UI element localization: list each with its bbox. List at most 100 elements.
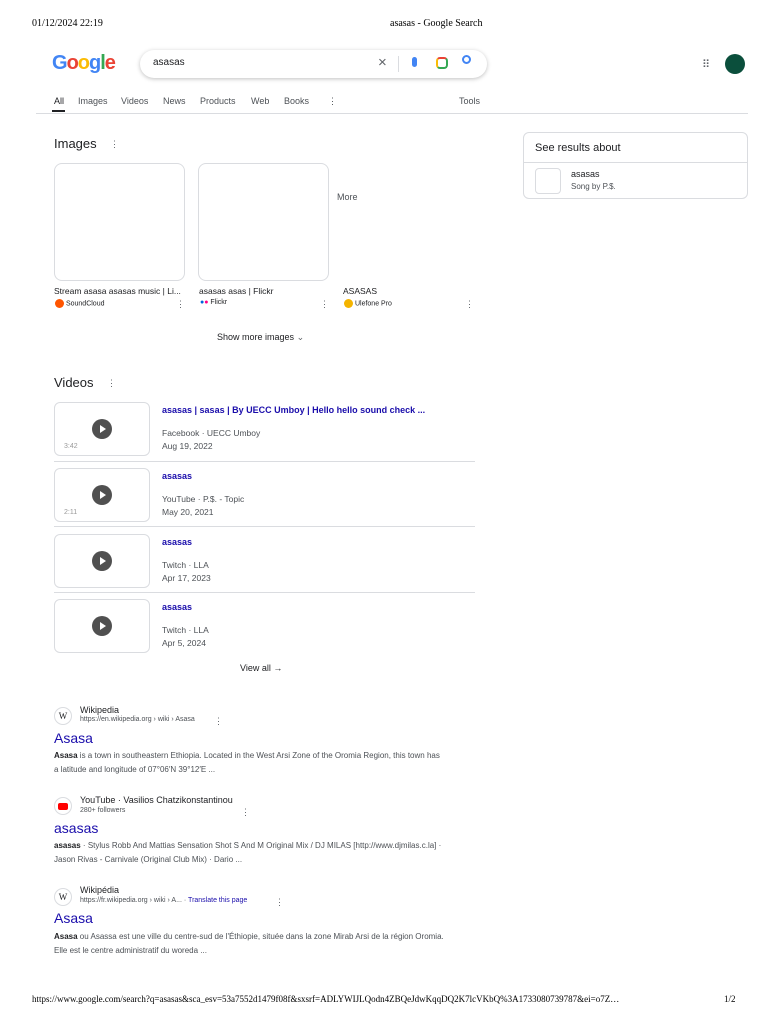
tab-web[interactable]: Web bbox=[251, 96, 269, 106]
song-thumbnail[interactable] bbox=[535, 168, 561, 194]
print-datetime: 01/12/2024 22:19 bbox=[32, 18, 103, 29]
video-date: Aug 19, 2022 bbox=[162, 441, 213, 451]
divider bbox=[54, 592, 475, 593]
search-box[interactable]: asasas × bbox=[140, 50, 487, 78]
video-source: Twitch · LLA bbox=[162, 560, 209, 570]
snippet-bold: Asasa bbox=[54, 932, 78, 941]
snippet-text: · Stylus Robb And Mattias Sensation Shot… bbox=[54, 841, 442, 864]
more-options-icon[interactable]: ⋮ bbox=[275, 897, 284, 908]
more-options-icon[interactable]: ⋮ bbox=[214, 716, 223, 727]
video-source: Facebook · UECC Umboy bbox=[162, 428, 261, 438]
result-site: YouTube · Vasilios Chatzikonstantinou bbox=[80, 795, 233, 805]
result-site: Wikipedia bbox=[80, 705, 120, 715]
video-thumbnail[interactable]: 2:11 bbox=[54, 468, 150, 522]
result-url-row: https://fr.wikipedia.org › wiki › A... ·… bbox=[80, 897, 248, 904]
more-options-icon[interactable]: ⋮ bbox=[176, 299, 185, 310]
knowledge-panel: See results about asasas Song by P.$. bbox=[523, 132, 748, 199]
youtube-favicon bbox=[54, 797, 72, 815]
show-more-label: Show more images bbox=[217, 332, 295, 342]
video-thumbnail[interactable] bbox=[54, 599, 150, 653]
print-page-number: 1/2 bbox=[724, 994, 736, 1004]
more-options-icon[interactable]: ⋮ bbox=[107, 378, 116, 389]
result-snippet: asasas · Stylus Robb And Mattias Sensati… bbox=[54, 839, 444, 867]
tab-videos[interactable]: Videos bbox=[121, 96, 148, 106]
video-title[interactable]: asasas bbox=[162, 537, 192, 547]
image-thumbnail[interactable] bbox=[54, 163, 185, 281]
result-title[interactable]: Asasa bbox=[54, 730, 93, 746]
video-duration: 2:11 bbox=[64, 509, 78, 516]
view-all-button[interactable]: View all → bbox=[240, 663, 282, 673]
tab-products[interactable]: Products bbox=[200, 96, 236, 106]
divider bbox=[54, 526, 475, 527]
video-title[interactable]: asasas bbox=[162, 602, 192, 612]
mic-icon[interactable] bbox=[412, 57, 417, 67]
more-options-icon[interactable]: ⋮ bbox=[241, 807, 250, 818]
snippet-text: is a town in southeastern Ethiopia. Loca… bbox=[54, 751, 440, 774]
divider bbox=[36, 113, 748, 114]
tab-books[interactable]: Books bbox=[284, 96, 309, 106]
play-icon bbox=[92, 551, 112, 571]
more-label: More bbox=[337, 192, 358, 202]
avatar[interactable] bbox=[725, 54, 745, 74]
knowledge-item-subtitle: Song by P.$. bbox=[571, 182, 616, 191]
knowledge-heading: See results about bbox=[535, 142, 621, 154]
divider bbox=[54, 461, 475, 462]
divider bbox=[398, 56, 399, 72]
lens-icon[interactable] bbox=[436, 57, 448, 69]
tab-images[interactable]: Images bbox=[78, 96, 108, 106]
tab-all[interactable]: All bbox=[54, 96, 64, 106]
images-heading: Images bbox=[54, 136, 97, 151]
video-source: Twitch · LLA bbox=[162, 625, 209, 635]
video-title[interactable]: asasas bbox=[162, 471, 192, 481]
play-icon bbox=[92, 485, 112, 505]
tab-more[interactable]: ⋮ More bbox=[328, 96, 358, 202]
print-url: https://www.google.com/search?q=asasas&s… bbox=[32, 994, 620, 1004]
image-caption[interactable]: asasas asas | Flickr bbox=[199, 286, 273, 296]
view-all-label: View all bbox=[240, 663, 271, 673]
search-icon[interactable] bbox=[462, 55, 471, 64]
result-site: Wikipédia bbox=[80, 885, 120, 895]
clear-icon[interactable]: × bbox=[378, 54, 387, 71]
video-title[interactable]: asasas | sasas | By UECC Umboy | Hello h… bbox=[162, 405, 425, 415]
image-caption[interactable]: Stream asasa asasas music | Li... bbox=[54, 286, 181, 296]
more-options-icon[interactable]: ⋮ bbox=[465, 299, 474, 310]
tab-news[interactable]: News bbox=[163, 96, 186, 106]
tools-button[interactable]: Tools bbox=[459, 96, 480, 106]
wikipedia-favicon: W bbox=[54, 707, 72, 725]
more-options-icon[interactable]: ⋮ bbox=[320, 299, 329, 310]
active-tab-indicator bbox=[52, 110, 65, 112]
video-duration: 3:42 bbox=[64, 443, 78, 450]
result-title[interactable]: Asasa bbox=[54, 910, 93, 926]
result-url[interactable]: https://en.wikipedia.org › wiki › Asasa bbox=[80, 716, 195, 723]
result-snippet: Asasa is a town in southeastern Ethiopia… bbox=[54, 749, 444, 777]
divider bbox=[524, 162, 747, 163]
print-title: asasas - Google Search bbox=[390, 18, 483, 29]
arrow-right-icon: → bbox=[273, 663, 283, 673]
video-thumbnail[interactable] bbox=[54, 534, 150, 588]
snippet-text: ou Asassa est une ville du centre-sud de… bbox=[54, 932, 444, 955]
show-more-images-button[interactable]: Show more images ⌄ bbox=[217, 332, 304, 343]
videos-heading: Videos bbox=[54, 375, 94, 390]
chevron-down-icon: ⌄ bbox=[296, 332, 305, 342]
apps-icon[interactable]: ⠿ bbox=[702, 58, 710, 71]
google-logo[interactable]: Google bbox=[52, 52, 116, 75]
ulefone-icon bbox=[344, 299, 353, 308]
result-title[interactable]: asasas bbox=[54, 820, 98, 836]
snippet-bold: asasas bbox=[54, 841, 81, 850]
more-options-icon[interactable]: ⋮ bbox=[110, 139, 119, 150]
image-caption[interactable]: ASASAS bbox=[343, 286, 377, 296]
wikipedia-favicon: W bbox=[54, 888, 72, 906]
play-icon bbox=[92, 616, 112, 636]
result-followers: 280+ followers bbox=[80, 807, 126, 814]
knowledge-item-title[interactable]: asasas bbox=[571, 169, 600, 179]
result-url[interactable]: https://fr.wikipedia.org › wiki › A... bbox=[80, 897, 182, 904]
snippet-bold: Asasa bbox=[54, 751, 78, 760]
result-snippet: Asasa ou Asassa est une ville du centre-… bbox=[54, 930, 444, 958]
flickr-icon: ●● bbox=[200, 299, 209, 306]
image-thumbnail[interactable] bbox=[198, 163, 329, 281]
soundcloud-icon bbox=[55, 299, 64, 308]
play-icon bbox=[92, 419, 112, 439]
search-input[interactable]: asasas bbox=[153, 57, 185, 68]
translate-link[interactable]: Translate this page bbox=[188, 897, 247, 904]
video-thumbnail[interactable]: 3:42 bbox=[54, 402, 150, 456]
